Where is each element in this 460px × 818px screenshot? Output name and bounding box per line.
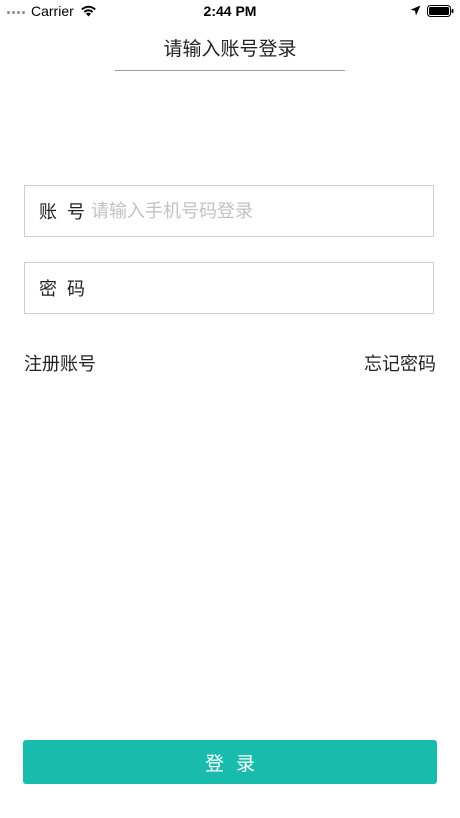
password-label: 密码 — [39, 279, 95, 300]
login-screen: Carrier 2:44 PM 请输入账号登录 账号 密码 注册账号 忘记密码 … — [0, 0, 460, 818]
page-title: 请输入账号登录 — [163, 38, 297, 60]
login-button[interactable]: 登录 — [23, 740, 437, 784]
password-input[interactable] — [91, 273, 433, 303]
status-bar: Carrier 2:44 PM — [0, 0, 460, 24]
location-arrow-icon — [410, 5, 421, 16]
account-field[interactable]: 账号 — [24, 185, 434, 237]
account-label: 账号 — [39, 202, 95, 223]
password-field[interactable]: 密码 — [24, 262, 434, 314]
clock: 2:44 PM — [203, 3, 257, 19]
title-underline — [115, 70, 345, 71]
forgot-password-link[interactable]: 忘记密码 — [364, 350, 436, 376]
register-link[interactable]: 注册账号 — [24, 350, 96, 376]
account-input[interactable] — [91, 196, 433, 226]
battery-icon — [427, 5, 454, 17]
